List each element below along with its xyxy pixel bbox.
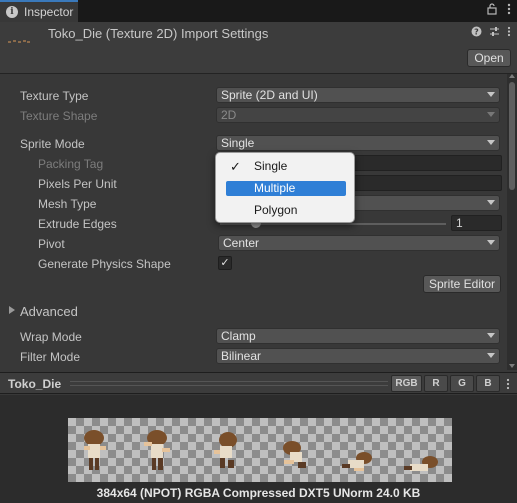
wrap-mode-dropdown[interactable]: Clamp: [216, 328, 500, 344]
channel-g-button[interactable]: G: [450, 375, 474, 392]
preview-header: Toko_Die RGB R G B: [0, 372, 517, 394]
popup-item-label: Single: [254, 159, 288, 173]
texture-type-label: Texture Type: [20, 89, 89, 103]
inspector-header: Toko_Die (Texture 2D) Import Settings ? …: [0, 22, 517, 74]
more-icon[interactable]: [507, 26, 511, 37]
extrude-edges-field[interactable]: 1: [451, 215, 502, 231]
texture-shape-value: 2D: [221, 108, 237, 122]
sprite-mode-popup: ✓ Single Multiple Polygon: [215, 152, 355, 223]
pivot-label: Pivot: [38, 237, 65, 251]
header-icons: ?: [471, 26, 511, 37]
help-icon[interactable]: ?: [471, 26, 482, 37]
tab-bar: i Inspector: [0, 0, 517, 22]
pivot-value: Center: [223, 236, 260, 250]
mesh-type-label: Mesh Type: [38, 197, 97, 211]
filter-mode-dropdown[interactable]: Bilinear: [216, 348, 500, 364]
sprite-mode-dropdown[interactable]: Single: [216, 135, 500, 151]
pixels-per-unit-label: Pixels Per Unit: [38, 177, 117, 191]
channel-r-button[interactable]: R: [424, 375, 448, 392]
tab-inspector[interactable]: i Inspector: [0, 0, 78, 22]
chevron-down-icon: [487, 240, 495, 245]
popup-item-multiple[interactable]: Multiple: [226, 181, 346, 196]
sprite-mode-label: Sprite Mode: [20, 137, 85, 151]
texture-preview: [68, 418, 452, 482]
scroll-down-arrow-icon[interactable]: [509, 364, 515, 368]
wrap-mode-value: Clamp: [221, 329, 256, 343]
settings-sliders-icon[interactable]: [489, 26, 500, 37]
chevron-down-icon: [487, 353, 495, 358]
preview-menu-icon[interactable]: [506, 378, 510, 390]
channel-rgb-button[interactable]: RGB: [391, 375, 422, 392]
preview-title: Toko_Die: [8, 377, 62, 391]
chevron-down-icon: [487, 200, 495, 205]
texture-type-value: Sprite (2D and UI): [221, 88, 318, 102]
filter-mode-label: Filter Mode: [20, 350, 81, 364]
svg-text:?: ?: [474, 28, 479, 37]
texture-shape-label: Texture Shape: [20, 109, 98, 123]
chevron-down-icon: [487, 112, 495, 117]
popup-item-single[interactable]: ✓ Single: [226, 159, 346, 174]
sprite-frame-3: [214, 432, 237, 468]
info-icon: i: [6, 6, 18, 18]
wrap-mode-label: Wrap Mode: [20, 330, 82, 344]
sprite-editor-button[interactable]: Sprite Editor: [423, 275, 501, 293]
sprite-frame-6: [404, 456, 438, 471]
asset-thumbnail-icon: [8, 36, 30, 48]
texture-type-dropdown[interactable]: Sprite (2D and UI): [216, 87, 500, 103]
tab-tools: [487, 3, 511, 15]
chevron-down-icon: [487, 92, 495, 97]
sprite-frame-5: [342, 452, 372, 471]
lock-icon[interactable]: [487, 3, 497, 15]
tab-inspector-label: Inspector: [24, 5, 74, 19]
sprite-frame-1: [84, 430, 106, 470]
sprite-frame-4: [283, 441, 306, 468]
packing-tag-label: Packing Tag: [38, 157, 104, 171]
popup-item-polygon[interactable]: Polygon: [226, 203, 346, 218]
chevron-down-icon: [487, 140, 495, 145]
chevron-down-icon: [487, 333, 495, 338]
channel-b-button[interactable]: B: [476, 375, 500, 392]
inspector-scrollbar[interactable]: [507, 74, 517, 370]
open-button[interactable]: Open: [467, 49, 511, 67]
texture-info-text: 384x64 (NPOT) RGBA Compressed DXT5 UNorm…: [96, 486, 421, 500]
preview-drag-grip[interactable]: [70, 381, 388, 386]
sprite-frame-2: [144, 430, 170, 470]
popup-item-label: Polygon: [254, 203, 298, 217]
asset-title: Toko_Die (Texture 2D) Import Settings: [48, 26, 269, 41]
generate-physics-shape-checkbox[interactable]: ✓: [218, 256, 232, 270]
texture-shape-dropdown: 2D: [216, 107, 500, 123]
filter-mode-value: Bilinear: [221, 349, 262, 363]
advanced-foldout[interactable]: Advanced: [20, 304, 78, 319]
generate-physics-shape-label: Generate Physics Shape: [38, 257, 171, 271]
pivot-dropdown[interactable]: Center: [218, 235, 500, 251]
scroll-up-arrow-icon[interactable]: [509, 74, 515, 78]
checkmark-icon: ✓: [230, 159, 241, 174]
popup-item-label: Multiple: [254, 181, 296, 195]
scroll-thumb[interactable]: [509, 82, 515, 190]
extrude-edges-label: Extrude Edges: [38, 217, 117, 231]
foldout-arrow-icon[interactable]: [9, 306, 15, 314]
menu-icon[interactable]: [507, 3, 511, 15]
sprite-mode-value: Single: [221, 136, 255, 150]
